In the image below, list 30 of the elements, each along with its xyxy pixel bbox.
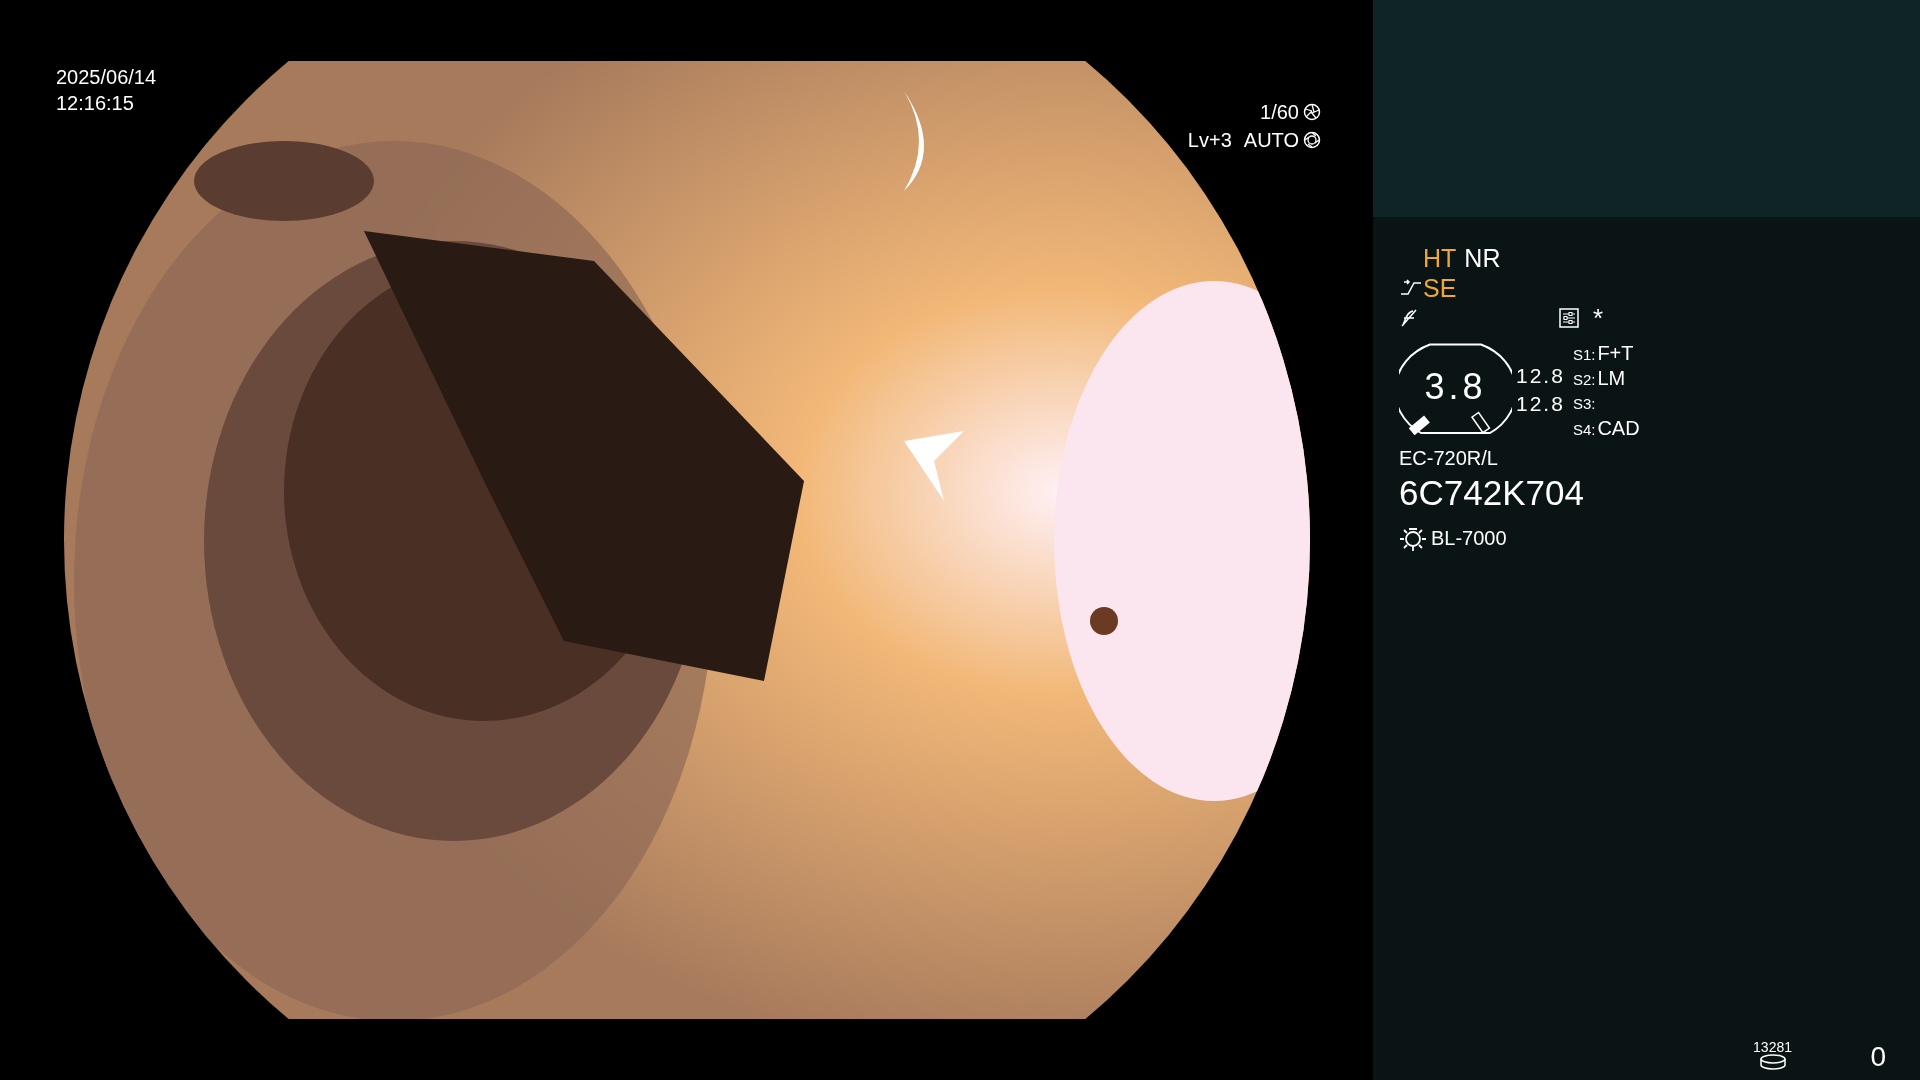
date-text: 2025/06/14: [56, 65, 157, 90]
time-text: 12:16:15: [56, 91, 135, 116]
disk-icon: [1758, 1054, 1787, 1070]
curve-icon: [1399, 279, 1423, 297]
shutter-icon: [1303, 103, 1321, 121]
light-source-text: BL-7000: [1431, 526, 1507, 551]
shutter-speed-text: 1/60: [1260, 100, 1299, 125]
reading-text: 12.8: [1516, 391, 1565, 417]
mode-indicator-text: HT: [1423, 243, 1457, 273]
exposure-mode-text: AUTO: [1243, 128, 1299, 153]
iris-value-text: 3.8: [1423, 367, 1488, 407]
switch-key-text: S1:: [1572, 345, 1596, 365]
switch-key-text: S4:: [1572, 420, 1596, 440]
switch-key-text: S3:: [1572, 394, 1596, 414]
settings-sliders-icon: [1559, 308, 1579, 328]
mode-indicator-text: NR: [1464, 243, 1501, 273]
reading-text: 12.8: [1516, 363, 1565, 389]
storage-count-text: 13281: [1753, 1040, 1792, 1054]
asterisk-text: *: [1593, 305, 1604, 331]
scope-serial-text: 6C742K704: [1399, 472, 1585, 514]
switch-value-text: F+T: [1597, 341, 1634, 366]
enhancement-text: SE: [1423, 273, 1457, 303]
switch-value-text: CAD: [1597, 416, 1640, 441]
aperture-icon: [1303, 131, 1321, 149]
switch-key-text: S2:: [1572, 370, 1596, 390]
scope-model-text: EC-720R/L: [1399, 446, 1499, 471]
switch-value-text: LM: [1597, 366, 1626, 391]
exposure-level-text: Lv+3: [1187, 128, 1232, 153]
iris-gauge-icon: [1399, 343, 1512, 435]
counter-text: 0: [1870, 1042, 1886, 1072]
